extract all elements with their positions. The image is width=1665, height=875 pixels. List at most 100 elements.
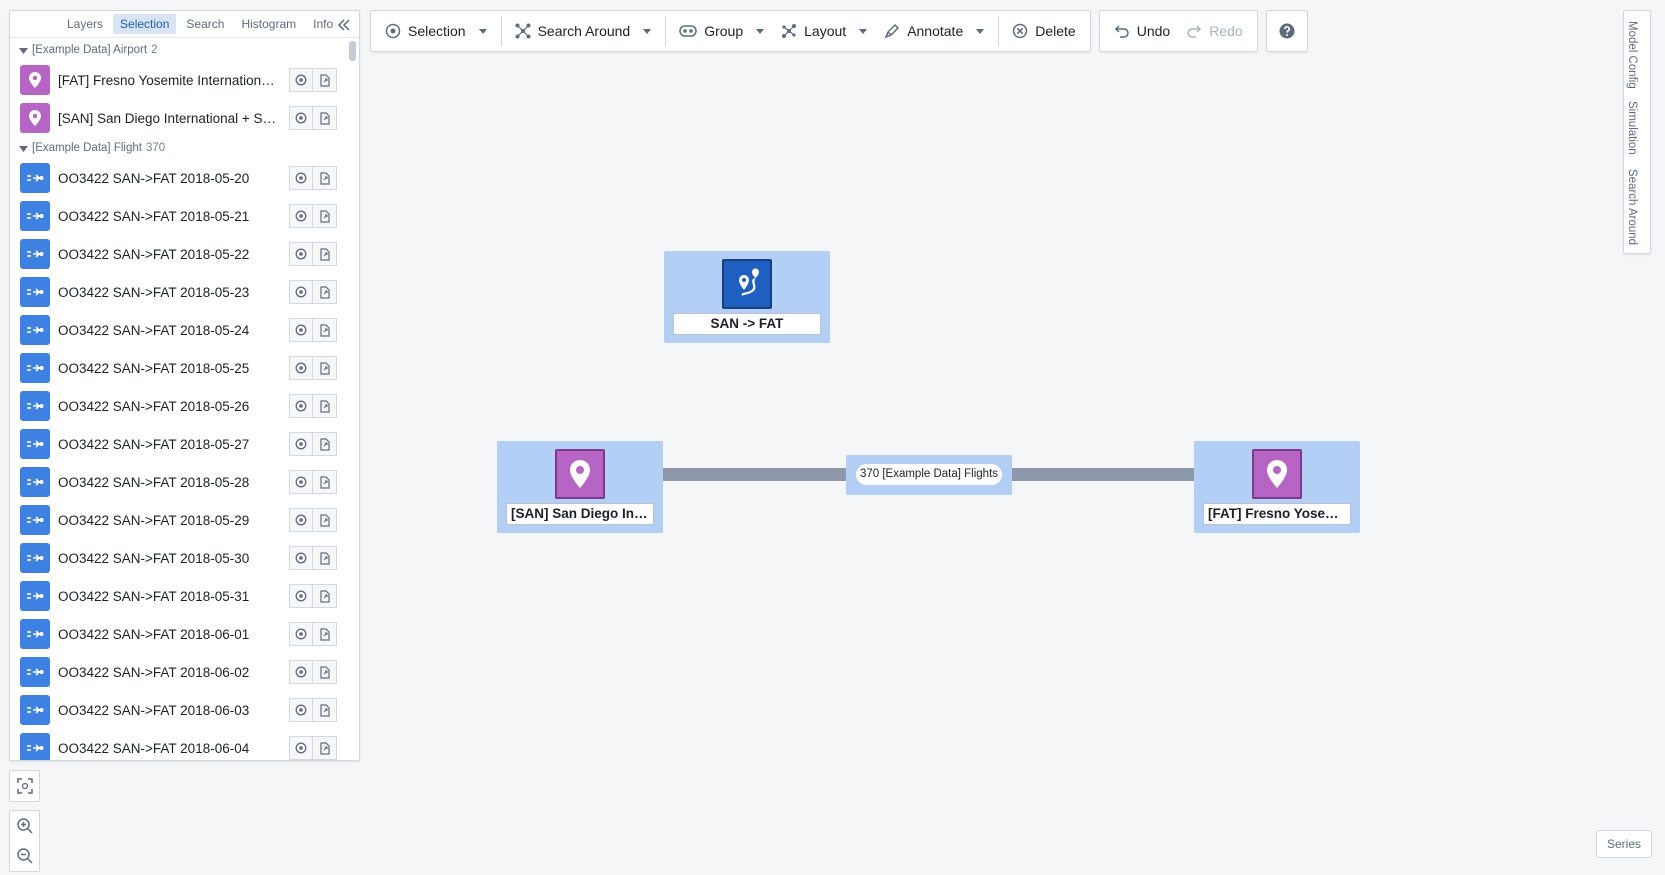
focus-button[interactable] [289, 394, 313, 418]
list-item[interactable]: OO3422 SAN->FAT 2018-06-03 [10, 691, 347, 729]
edge-label-badge[interactable]: 370 [Example Data] Flights [846, 455, 1012, 495]
list-item[interactable]: OO3422 SAN->FAT 2018-05-24 [10, 311, 347, 349]
list-item[interactable]: [SAN] San Diego International + San Dieg… [10, 99, 347, 137]
group-title: [Example Data] Airport [32, 44, 148, 56]
focus-button[interactable] [289, 68, 313, 92]
focus-button[interactable] [289, 622, 313, 646]
list-item[interactable]: OO3422 SAN->FAT 2018-05-27 [10, 425, 347, 463]
list-item[interactable]: OO3422 SAN->FAT 2018-05-29 [10, 501, 347, 539]
open-object-button[interactable] [313, 470, 337, 494]
series-button[interactable]: Series [1595, 830, 1652, 858]
row-actions [289, 584, 337, 608]
selection-panel: Layers Selection Search Histogram Info [… [9, 10, 360, 761]
focus-button[interactable] [289, 356, 313, 380]
open-object-button[interactable] [313, 584, 337, 608]
selection-list[interactable]: [Example Data] Airport 2 [FAT] Fresno Yose… [10, 39, 347, 760]
collapse-panel-button[interactable] [335, 16, 353, 34]
open-object-button[interactable] [313, 432, 337, 456]
annotate-button-label: Annotate [907, 23, 964, 39]
object-type-box [20, 239, 50, 269]
selection-button[interactable]: Selection [377, 16, 496, 46]
list-item-label: OO3422 SAN->FAT 2018-05-21 [58, 208, 250, 224]
rail-simulation[interactable]: Simulation [1626, 101, 1638, 155]
tab-search[interactable]: Search [179, 14, 231, 34]
list-item[interactable]: OO3422 SAN->FAT 2018-06-04 [10, 729, 347, 760]
list-item[interactable]: OO3422 SAN->FAT 2018-05-21 [10, 197, 347, 235]
open-object-button[interactable] [313, 394, 337, 418]
list-item[interactable]: OO3422 SAN->FAT 2018-05-30 [10, 539, 347, 577]
rail-model-config[interactable]: Model Config [1626, 21, 1638, 89]
list-item[interactable]: OO3422 SAN->FAT 2018-05-20 [10, 159, 347, 197]
row-actions [289, 166, 337, 190]
group-button[interactable]: Group [671, 16, 773, 46]
group-header[interactable]: [Example Data] Flight 370 [10, 137, 347, 159]
open-object-button[interactable] [313, 736, 337, 760]
open-object-button[interactable] [313, 166, 337, 190]
open-object-button[interactable] [313, 204, 337, 228]
undo-button[interactable]: Undo [1106, 16, 1178, 46]
focus-button[interactable] [289, 318, 313, 342]
tab-histogram[interactable]: Histogram [234, 14, 303, 34]
toolbar-divider [998, 16, 1000, 46]
group-header[interactable]: [Example Data] Airport 2 [10, 39, 347, 61]
open-object-button[interactable] [313, 280, 337, 304]
list-item[interactable]: OO3422 SAN->FAT 2018-05-26 [10, 387, 347, 425]
delete-button[interactable]: Delete [1004, 16, 1083, 46]
san-airport-node[interactable]: [SAN] San Diego International + San Dieg… [497, 441, 663, 533]
zoom-in-button[interactable] [10, 811, 40, 841]
focus-button[interactable] [289, 736, 313, 760]
list-item[interactable]: OO3422 SAN->FAT 2018-06-01 [10, 615, 347, 653]
open-object-button[interactable] [313, 698, 337, 722]
list-item[interactable]: [FAT] Fresno Yosemite International + Fr… [10, 61, 347, 99]
open-object-button[interactable] [313, 622, 337, 646]
redo-button[interactable]: Redo [1178, 16, 1250, 46]
focus-button[interactable] [289, 584, 313, 608]
route-node[interactable]: SAN -> FAT [664, 251, 830, 343]
focus-button[interactable] [289, 432, 313, 456]
open-object-button[interactable] [313, 660, 337, 684]
layout-button[interactable]: Layout [773, 16, 876, 46]
route-node-icon-box [722, 259, 772, 309]
focus-button[interactable] [289, 204, 313, 228]
list-item[interactable]: OO3422 SAN->FAT 2018-06-02 [10, 653, 347, 691]
focus-button[interactable] [289, 242, 313, 266]
tab-selection[interactable]: Selection [113, 14, 177, 34]
undo-button-label: Undo [1136, 23, 1171, 39]
list-item[interactable]: OO3422 SAN->FAT 2018-05-23 [10, 273, 347, 311]
list-item[interactable]: OO3422 SAN->FAT 2018-05-22 [10, 235, 347, 273]
list-item[interactable]: OO3422 SAN->FAT 2018-05-28 [10, 463, 347, 501]
focus-button[interactable] [289, 166, 313, 190]
annotate-button[interactable]: Annotate [876, 16, 993, 46]
focus-button[interactable] [289, 470, 313, 494]
fit-to-screen-button[interactable] [10, 771, 40, 801]
open-object-button[interactable] [313, 318, 337, 342]
focus-button[interactable] [289, 106, 313, 130]
open-object-button[interactable] [313, 68, 337, 92]
fat-airport-node[interactable]: [FAT] Fresno Yosemite International + Fr… [1194, 441, 1360, 533]
open-object-button[interactable] [313, 106, 337, 130]
list-item[interactable]: OO3422 SAN->FAT 2018-05-31 [10, 577, 347, 615]
focus-button[interactable] [289, 698, 313, 722]
search-around-button[interactable]: Search Around [507, 16, 661, 46]
list-item[interactable]: OO3422 SAN->FAT 2018-05-25 [10, 349, 347, 387]
target-icon [295, 552, 307, 564]
target-icon [295, 400, 307, 412]
focus-button[interactable] [289, 280, 313, 304]
focus-button[interactable] [289, 546, 313, 570]
open-object-button[interactable] [313, 508, 337, 532]
list-item-label: [FAT] Fresno Yosemite International + Fr… [58, 72, 280, 88]
flight-icon [26, 400, 44, 412]
open-object-button[interactable] [313, 356, 337, 380]
rail-search-around[interactable]: Search Around [1626, 169, 1638, 245]
focus-button[interactable] [289, 508, 313, 532]
focus-button[interactable] [289, 660, 313, 684]
tab-layers[interactable]: Layers [60, 14, 110, 34]
fit-screen-icon [16, 778, 33, 794]
right-side-rail: Model Config Simulation Search Around [1623, 10, 1651, 254]
graph-toolbar: Selection Search Around Group Layout Ann… [370, 10, 1308, 52]
scrollbar-thumb[interactable] [349, 41, 356, 61]
open-object-button[interactable] [313, 546, 337, 570]
open-object-button[interactable] [313, 242, 337, 266]
help-button[interactable] [1265, 10, 1308, 52]
zoom-out-button[interactable] [10, 841, 40, 871]
